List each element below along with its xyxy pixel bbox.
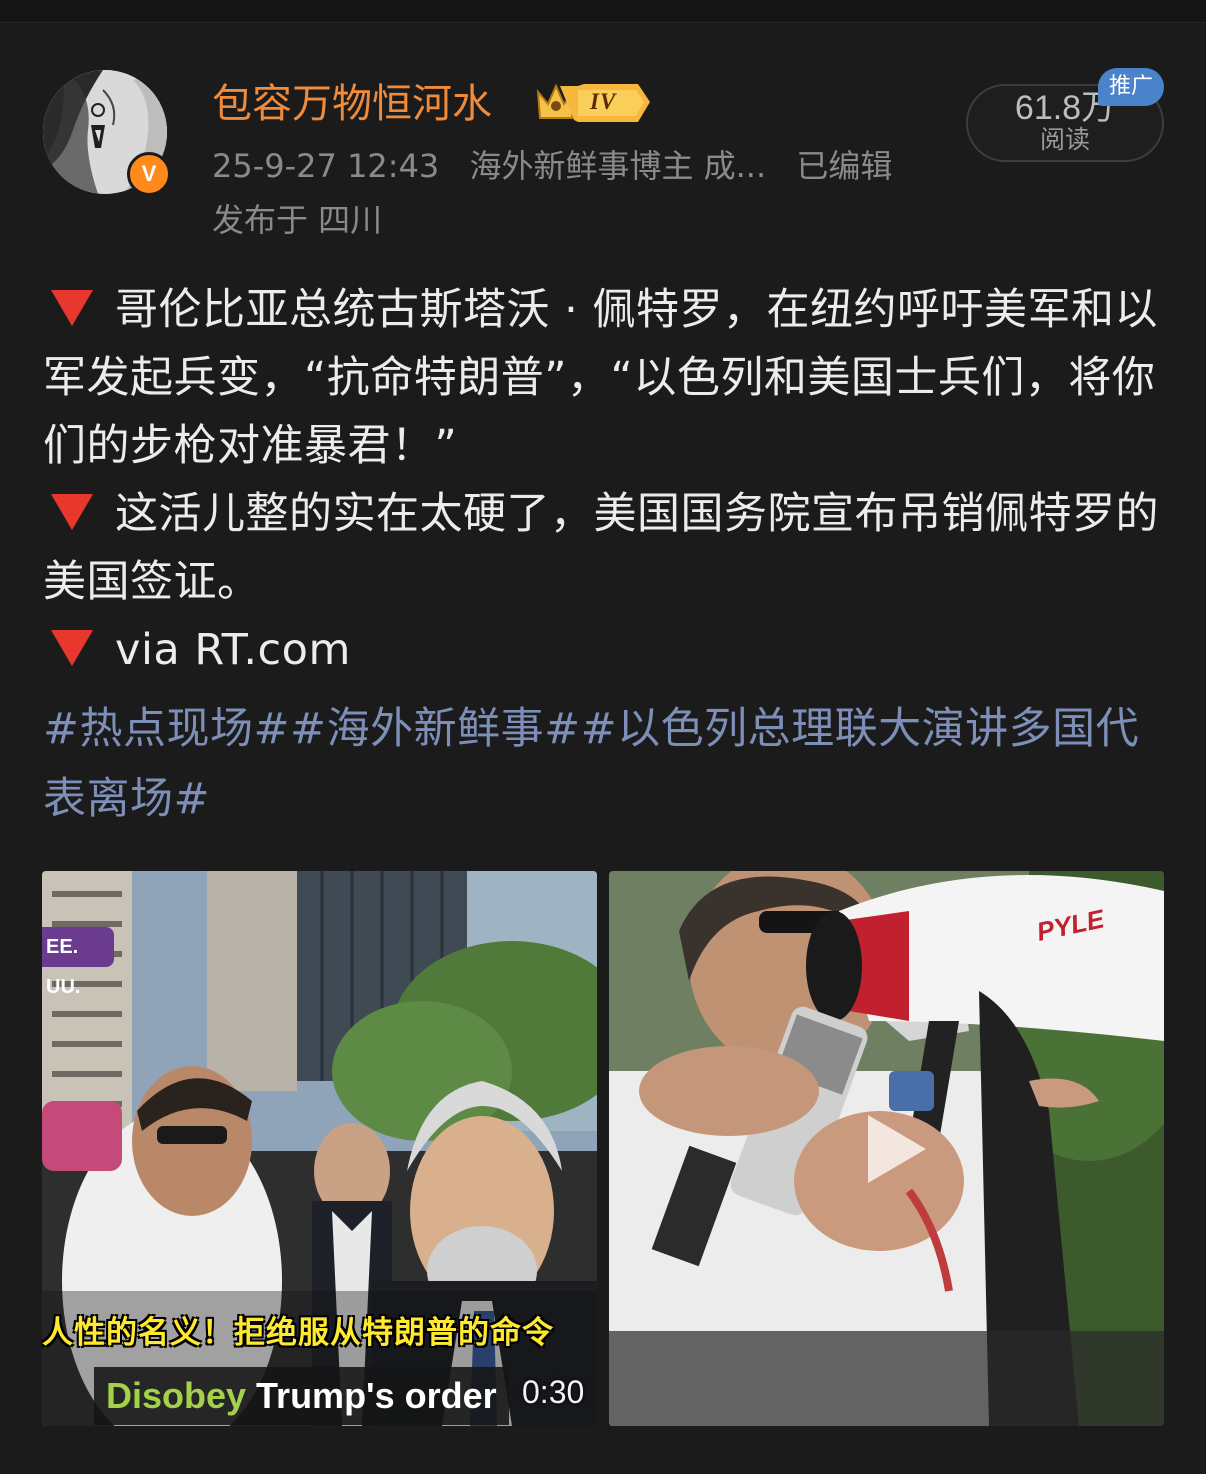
- post-meta: 25-9-27 12:43 海外新鲜事博主 成... 已编辑: [212, 142, 912, 190]
- post-location: 发布于 四川: [212, 201, 383, 239]
- subtitle-chinese: 人性的名义！拒绝服从特朗普的命令: [42, 1315, 554, 1351]
- subtitle-english-rest: Trump's order: [246, 1375, 497, 1416]
- play-button-glyph: [868, 1115, 926, 1183]
- promote-tag[interactable]: 推广: [1098, 68, 1164, 106]
- video-duration: 0:30: [522, 1374, 585, 1410]
- paragraph-1-text: 哥伦比亚总统古斯塔沃 · 佩特罗，在纽约呼吁美军和以军发起兵变，“抗命特朗普”，…: [43, 285, 1159, 471]
- paragraph-3: via RT.com: [43, 616, 1168, 684]
- subtitle-english: Disobey Trump's order: [94, 1367, 509, 1425]
- author-tagline[interactable]: 海外新鲜事博主 成...: [469, 147, 766, 185]
- post-body: 哥伦比亚总统古斯塔沃 · 佩特罗，在纽约呼吁美军和以军发起兵变，“抗命特朗普”，…: [43, 276, 1168, 684]
- read-count-label: 阅读: [1039, 125, 1090, 154]
- verified-icon: V: [141, 161, 157, 186]
- hashtags[interactable]: #热点现场##海外新鲜事##以色列总理联大演讲多国代表离场#: [43, 694, 1168, 834]
- video-thumbnail[interactable]: PYLE: [609, 871, 1164, 1426]
- subtitle-english-highlight: Disobey: [106, 1375, 247, 1416]
- paragraph-1: 哥伦比亚总统古斯塔沃 · 佩特罗，在纽约呼吁美军和以军发起兵变，“抗命特朗普”，…: [43, 276, 1168, 480]
- red-triangle-icon: [51, 630, 93, 666]
- red-triangle-icon: [51, 290, 93, 326]
- vip-level-text: IV: [590, 89, 617, 114]
- post-time: 25-9-27 12:43: [212, 147, 440, 185]
- video-thumbnail[interactable]: EE. UU. 人性的名义！拒绝服从特朗普的命令 Disobey Trump's…: [42, 871, 597, 1426]
- play-icon[interactable]: [854, 1109, 934, 1189]
- author-name[interactable]: 包容万物恒河水: [212, 76, 492, 132]
- post-screen: V 包容万物恒河水 IV 25-9-27 12:43 海外新鲜事博主 成... …: [0, 0, 1206, 1474]
- edited-label[interactable]: 已编辑: [796, 147, 892, 185]
- paragraph-3-text: via RT.com: [115, 625, 351, 675]
- channel-tag: EE. UU.: [42, 927, 114, 998]
- paragraph-2: 这活儿整的实在太硬了，美国国务院宣布吊销佩特罗的美国签证。: [43, 480, 1168, 616]
- red-triangle-icon: [51, 494, 93, 530]
- vip-level-badge[interactable]: IV: [534, 80, 652, 126]
- paragraph-2-text: 这活儿整的实在太硬了，美国国务院宣布吊销佩特罗的美国签证。: [43, 489, 1159, 607]
- top-divider: [0, 0, 1206, 23]
- verified-badge: V: [127, 152, 171, 196]
